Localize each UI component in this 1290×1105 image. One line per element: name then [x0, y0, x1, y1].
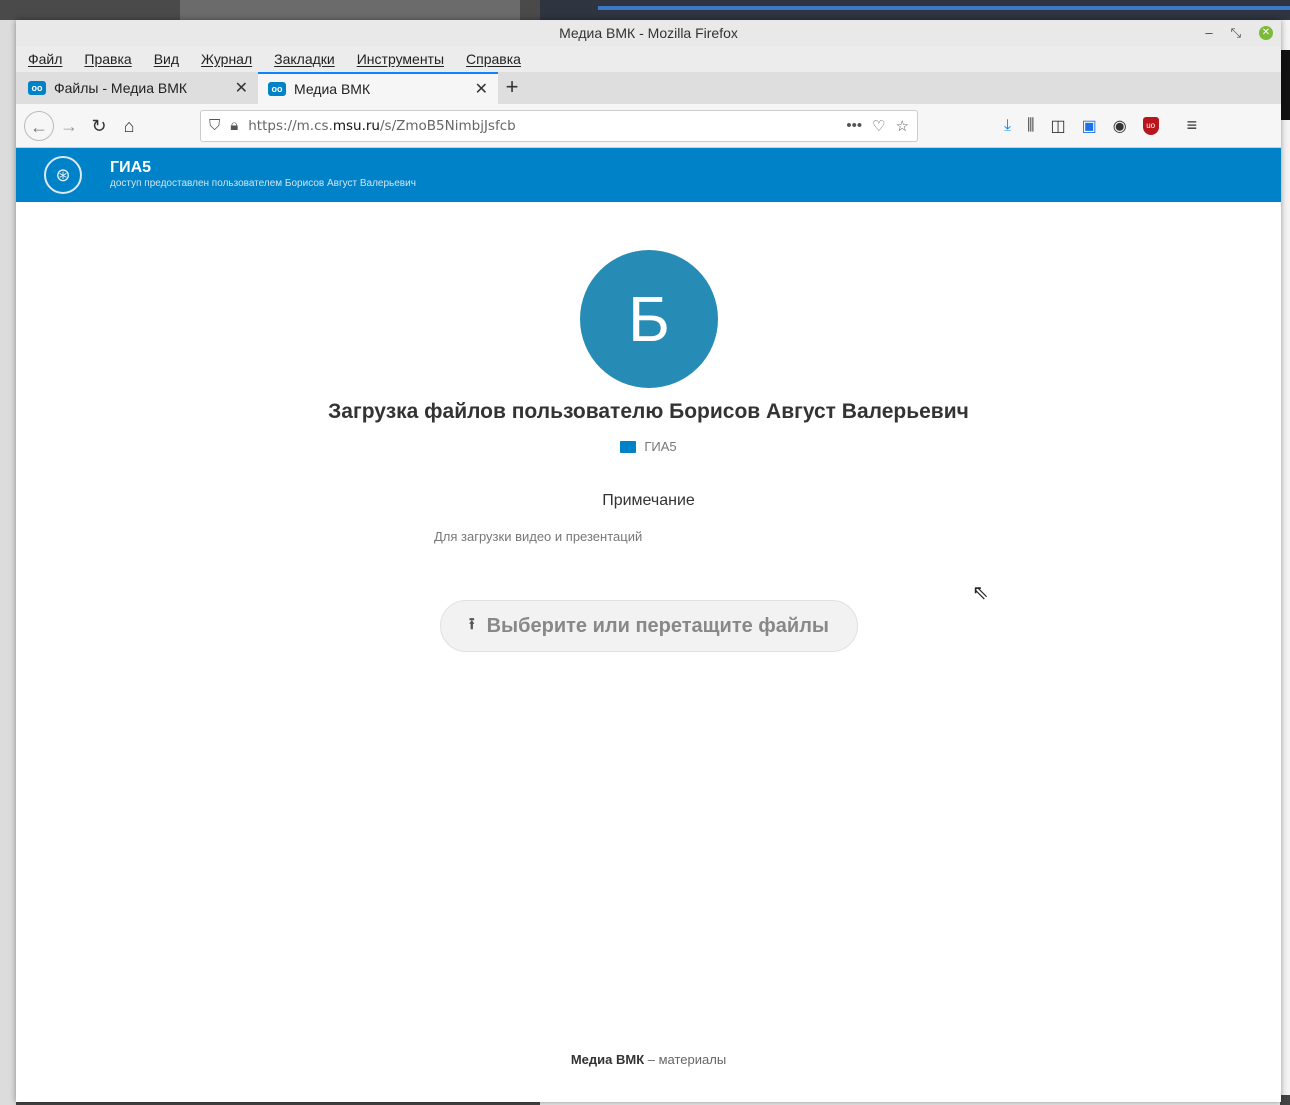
menu-edit[interactable]: Правка — [84, 51, 131, 67]
shield-icon[interactable]: ⛉ — [209, 117, 220, 134]
forward-arrow-icon[interactable]: → — [54, 111, 84, 141]
footer-separator: – — [644, 1052, 659, 1067]
upload-icon: ⭱ — [469, 615, 475, 633]
note-heading: Примечание — [602, 492, 695, 509]
desktop-window-strip — [180, 0, 520, 20]
tab-bar: oo Файлы - Медиа ВМК ✕ oo Медиа ВМК ✕ + — [16, 72, 1281, 104]
window-title: Медиа ВМК - Mozilla Firefox — [559, 25, 738, 41]
share-title: ГИА5 — [110, 159, 152, 176]
nextcloud-favicon-icon: oo — [28, 81, 46, 95]
sidebar-icon[interactable]: ◫ — [1050, 116, 1065, 136]
mouse-pointer-icon: ⇖ — [972, 582, 989, 604]
menu-bar: Файл Правка Вид Журнал Закладки Инструме… — [16, 46, 1281, 72]
note-text: Для загрузки видео и презентаций — [434, 529, 643, 544]
pocket-icon[interactable]: ♡ — [872, 117, 885, 135]
toolbar-icons: ⤓ ⫼ ◫ ▣ ◉ uo ≡ — [1004, 115, 1197, 136]
upload-files-button[interactable]: ⭱ Выберите или перетащите файлы — [440, 600, 858, 652]
account-icon[interactable]: ◉ — [1113, 116, 1127, 136]
nextcloud-favicon-icon: oo — [268, 82, 286, 96]
reload-icon[interactable]: ↻ — [84, 111, 114, 141]
tab-files[interactable]: oo Файлы - Медиа ВМК ✕ — [18, 72, 258, 104]
close-tab-icon[interactable]: ✕ — [475, 79, 488, 99]
menu-help[interactable]: Справка — [466, 51, 521, 67]
url-text[interactable]: https://m.cs.msu.ru/s/ZmoB5NimbjJsfcb — [248, 118, 836, 134]
desktop-right-edge — [1280, 20, 1290, 1105]
folder-name: ГИА5 — [644, 439, 677, 454]
back-arrow-icon[interactable]: ← — [24, 110, 54, 141]
page-actions-icon[interactable]: ••• — [846, 117, 862, 134]
menu-bookmarks[interactable]: Закладки — [274, 51, 335, 67]
desktop-left-edge — [0, 20, 16, 1105]
save-icon[interactable]: ▣ — [1082, 116, 1097, 136]
library-icon[interactable]: ⫼ — [1027, 117, 1034, 135]
footer-text: материалы — [658, 1052, 727, 1067]
share-subtitle: доступ предоставлен пользователем Борисо… — [110, 178, 416, 189]
tab-label: Файлы - Медиа ВМК — [54, 80, 188, 96]
folder-label: ГИА5 — [16, 439, 1281, 454]
navigation-toolbar: ← → ↻ ⌂ ⛉ 🔒︎ https://m.cs.msu.ru/s/ZmoB5… — [16, 104, 1281, 148]
close-tab-icon[interactable]: ✕ — [235, 78, 248, 98]
footer-brand[interactable]: Медиа ВМК — [571, 1052, 644, 1067]
ublock-icon[interactable]: uo — [1142, 116, 1159, 135]
footer: Медиа ВМК – материалы — [16, 1052, 1281, 1067]
browser-window: Медиа ВМК - Mozilla Firefox – ⤡ ✕ Файл П… — [16, 20, 1281, 1102]
header-titles: ГИА5 доступ предоставлен пользователем Б… — [110, 159, 416, 191]
download-icon[interactable]: ⤓ — [1004, 117, 1011, 135]
logo-icon[interactable]: ⊛ — [44, 156, 82, 194]
lock-icon[interactable]: 🔒︎ — [230, 117, 238, 134]
minimize-icon[interactable]: – — [1205, 20, 1212, 46]
tab-media[interactable]: oo Медиа ВМК ✕ — [258, 72, 498, 104]
site-header: ⊛ ГИА5 доступ предоставлен пользователем… — [16, 148, 1281, 202]
avatar: Б — [580, 250, 718, 388]
folder-icon — [620, 440, 637, 453]
window-controls: – ⤡ ✕ — [1205, 20, 1273, 46]
desktop-panel — [540, 0, 1290, 20]
menu-view[interactable]: Вид — [154, 51, 179, 67]
menu-history[interactable]: Журнал — [201, 51, 252, 67]
page-title: Загрузка файлов пользователю Борисов Авг… — [328, 400, 969, 423]
upload-button-label: Выберите или перетащите файлы — [486, 614, 829, 637]
window-titlebar: Медиа ВМК - Mozilla Firefox – ⤡ ✕ — [16, 20, 1281, 46]
restore-icon[interactable]: ⤡ — [1231, 20, 1241, 46]
main-content: Б Загрузка файлов пользователю Борисов А… — [16, 202, 1281, 1095]
menu-file[interactable]: Файл — [28, 51, 62, 67]
tab-label: Медиа ВМК — [294, 81, 371, 97]
url-bar[interactable]: ⛉ 🔒︎ https://m.cs.msu.ru/s/ZmoB5NimbjJsf… — [200, 109, 918, 142]
new-tab-icon[interactable]: + — [498, 72, 526, 104]
home-icon[interactable]: ⌂ — [114, 111, 144, 141]
close-window-icon[interactable]: ✕ — [1259, 26, 1273, 40]
hamburger-menu-icon[interactable]: ≡ — [1187, 115, 1198, 136]
bookmark-star-icon[interactable]: ☆ — [896, 117, 909, 135]
menu-tools[interactable]: Инструменты — [357, 51, 444, 67]
